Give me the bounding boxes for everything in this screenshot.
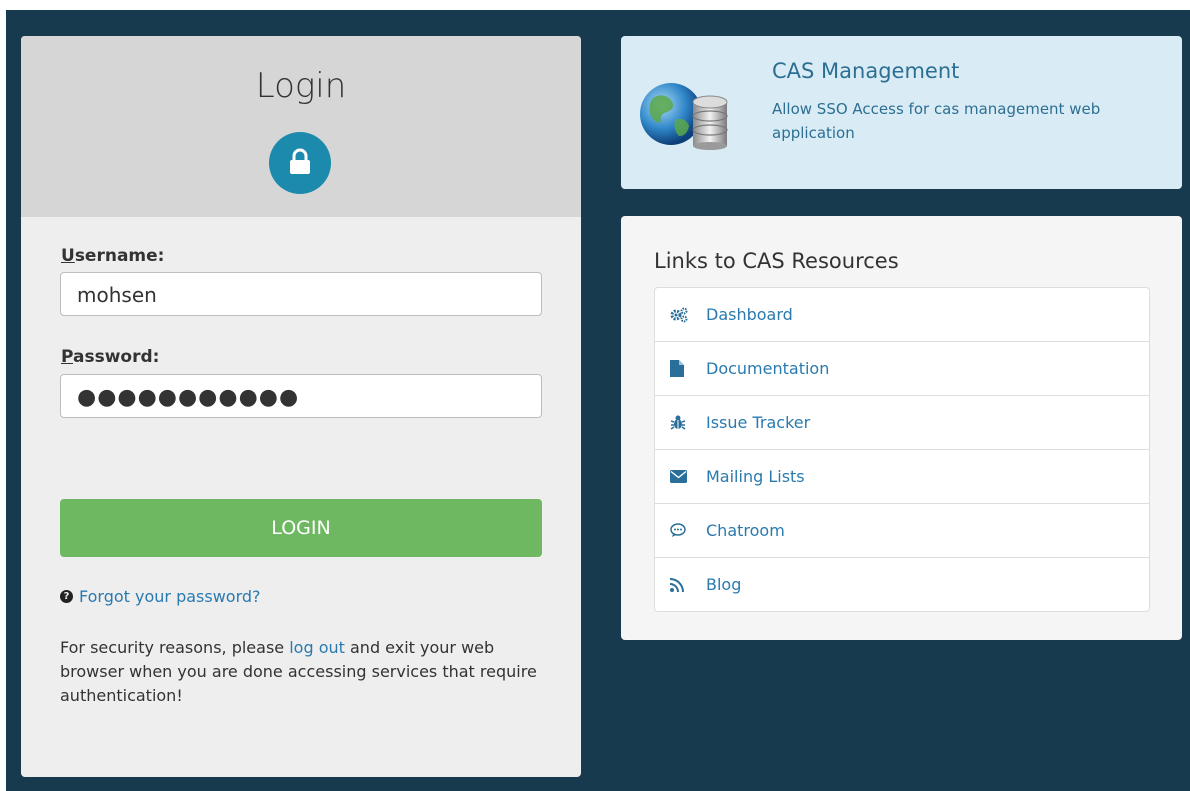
security-text-pre: For security reasons, please [60, 638, 290, 657]
globe-database-icon [639, 80, 735, 154]
username-value: mohsen [77, 283, 157, 307]
link-chatroom[interactable]: Chatroom [655, 504, 1149, 558]
forgot-password-text: Forgot your password? [79, 587, 261, 606]
cogs-icon [670, 307, 692, 323]
password-accesskey: P [61, 347, 74, 367]
link-label: Issue Tracker [706, 413, 811, 432]
comment-icon [670, 523, 692, 538]
login-title: Login [255, 66, 347, 106]
password-value: ●●●●●●●●●●● [77, 385, 300, 410]
password-input[interactable]: ●●●●●●●●●●● [60, 374, 542, 418]
login-panel: Login Username: mohsen Password: ●●●●●●●… [21, 36, 581, 777]
username-label: Username: [61, 246, 164, 266]
bug-icon [670, 415, 692, 431]
question-circle-icon: ? [60, 590, 73, 603]
login-button[interactable]: LOGIN [60, 499, 542, 557]
link-dashboard[interactable]: Dashboard [655, 288, 1149, 342]
envelope-icon [670, 470, 692, 483]
forgot-password-link[interactable]: ? Forgot your password? [60, 587, 261, 606]
service-info-panel: CAS Management Allow SSO Access for cas … [621, 36, 1182, 189]
link-issue-tracker[interactable]: Issue Tracker [655, 396, 1149, 450]
link-documentation[interactable]: Documentation [655, 342, 1149, 396]
username-input[interactable]: mohsen [60, 272, 542, 316]
links-heading: Links to CAS Resources [654, 249, 899, 273]
service-title: CAS Management [772, 59, 960, 83]
file-icon [670, 360, 692, 377]
link-label: Mailing Lists [706, 467, 805, 486]
link-mailing-lists[interactable]: Mailing Lists [655, 450, 1149, 504]
links-list: Dashboard Documentation Issue Tracker Ma… [654, 287, 1150, 612]
link-label: Blog [706, 575, 742, 594]
link-label: Chatroom [706, 521, 785, 540]
rss-icon [670, 577, 692, 592]
security-notice: For security reasons, please log out and… [60, 636, 550, 708]
link-label: Documentation [706, 359, 830, 378]
password-label-text: assword: [73, 347, 160, 367]
logout-link[interactable]: log out [289, 638, 345, 657]
username-label-text: sername: [74, 246, 165, 266]
service-description: Allow SSO Access for cas management web … [772, 100, 1101, 142]
login-header: Login [21, 36, 581, 217]
password-label: Password: [61, 347, 159, 367]
link-label: Dashboard [706, 305, 793, 324]
links-panel: Links to CAS Resources Dashboard Documen… [621, 216, 1182, 640]
lock-icon [269, 132, 331, 194]
username-accesskey: U [61, 246, 75, 266]
link-blog[interactable]: Blog [655, 558, 1149, 611]
